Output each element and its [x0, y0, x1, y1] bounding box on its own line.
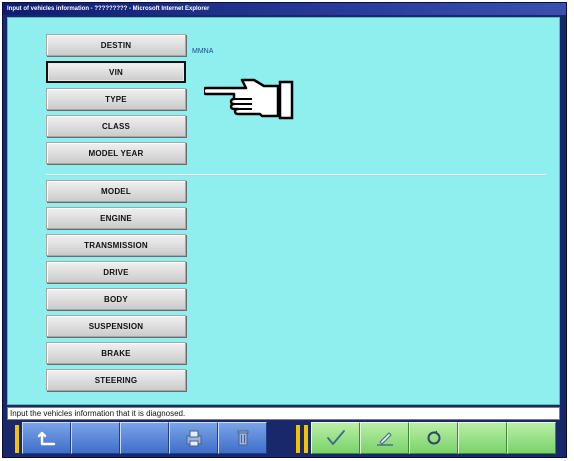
- transmission-button[interactable]: TRANSMISSION: [46, 234, 186, 256]
- class-button[interactable]: CLASS: [46, 115, 186, 137]
- refresh-icon: [427, 430, 440, 445]
- toolbar-divider: [15, 425, 19, 453]
- model-button[interactable]: MODEL: [46, 180, 186, 202]
- return-button[interactable]: [22, 422, 71, 454]
- toolbar-button-blank-4[interactable]: [507, 422, 556, 454]
- drive-button[interactable]: DRIVE: [46, 261, 186, 283]
- destin-button[interactable]: DESTIN: [46, 34, 186, 56]
- print-button[interactable]: [169, 422, 218, 454]
- model-year-button[interactable]: MODEL YEAR: [46, 142, 186, 164]
- refresh-button[interactable]: [409, 422, 458, 454]
- vehicle-info-panel: DESTIN MMNA VIN TYPE CLASS MODEL YEAR MO…: [7, 17, 560, 405]
- delete-button[interactable]: [218, 422, 267, 454]
- toolbar-left-group: [22, 422, 267, 456]
- type-button[interactable]: TYPE: [46, 88, 186, 110]
- delete-icon: [237, 430, 248, 446]
- destin-value: MMNA: [192, 48, 214, 55]
- confirm-button[interactable]: [311, 422, 360, 454]
- body-button[interactable]: BODY: [46, 288, 186, 310]
- engine-button[interactable]: ENGINE: [46, 207, 186, 229]
- toolbar-button-blank-3[interactable]: [458, 422, 507, 454]
- toolbar-button-blank-2[interactable]: [120, 422, 169, 454]
- steering-button[interactable]: STEERING: [46, 369, 186, 391]
- return-arrow-icon: [37, 431, 55, 446]
- toolbar-divider: [304, 425, 308, 453]
- section-divider: [46, 174, 546, 176]
- app-window: Input of vehicles information - ????????…: [2, 2, 567, 458]
- toolbar-divider: [296, 425, 300, 453]
- status-message: Input the vehicles information that it i…: [7, 407, 560, 420]
- vin-button[interactable]: VIN: [46, 61, 186, 83]
- print-icon: [186, 430, 201, 447]
- edit-icon: [376, 432, 393, 446]
- toolbar-button-blank-1[interactable]: [71, 422, 120, 454]
- bottom-toolbar: [7, 422, 560, 456]
- toolbar-right-group: [311, 422, 556, 456]
- edit-button[interactable]: [360, 422, 409, 454]
- window-title: Input of vehicles information - ????????…: [3, 3, 566, 15]
- suspension-button[interactable]: SUSPENSION: [46, 315, 186, 337]
- brake-button[interactable]: BRAKE: [46, 342, 186, 364]
- checkmark-icon: [326, 430, 345, 445]
- pointing-hand-icon: [204, 78, 294, 120]
